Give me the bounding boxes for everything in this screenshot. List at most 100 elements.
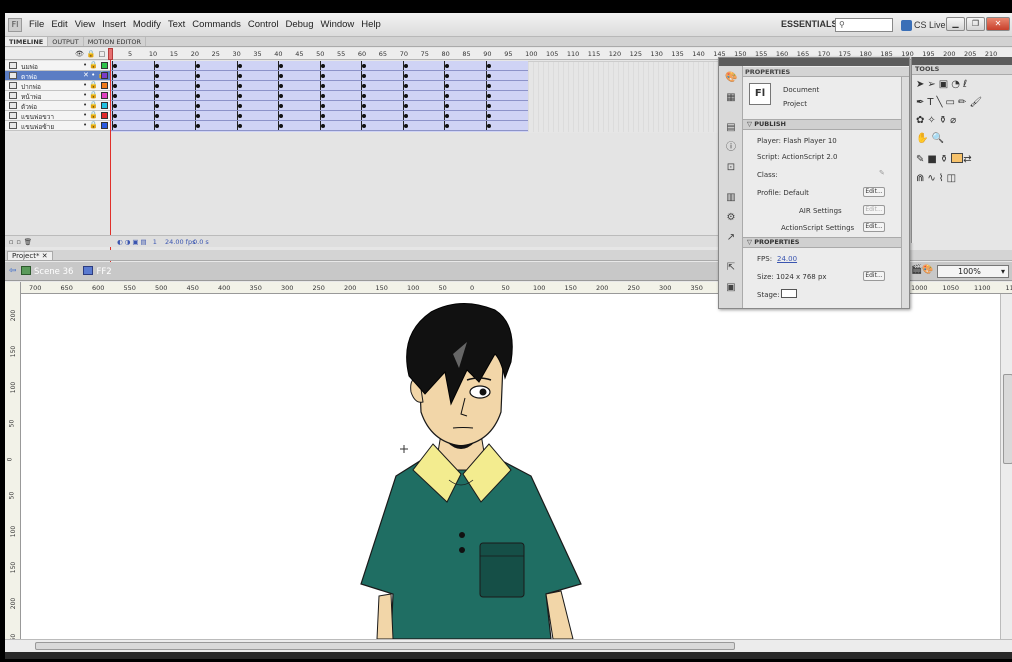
color-icon[interactable]: 🎨: [725, 72, 737, 84]
align-icon[interactable]: ▤: [725, 122, 737, 134]
layer-outline-color-swatch[interactable]: [101, 102, 108, 109]
menu-edit[interactable]: Edit: [51, 19, 67, 30]
straighten-icon[interactable]: ⌇: [939, 173, 947, 184]
layer-outline-color-swatch[interactable]: [101, 62, 108, 69]
3d-rotation-tool-icon[interactable]: ◔: [951, 79, 963, 90]
actionscript-edit-button[interactable]: Edit...: [863, 222, 885, 232]
tools-grip[interactable]: [912, 57, 1012, 65]
edit-scene-symbol-icons[interactable]: 🎬🎨: [911, 265, 933, 275]
frame-row[interactable]: [110, 101, 528, 111]
line-tool-icon[interactable]: ╲: [937, 97, 946, 108]
layer-outline-color-swatch[interactable]: [101, 72, 108, 79]
eyedropper-tool-icon[interactable]: ⌀: [950, 115, 959, 126]
layer-outline-color-swatch[interactable]: [101, 92, 108, 99]
layer-row[interactable]: หน้าพ่อ • 🔒: [5, 91, 110, 101]
empty-frame-grid[interactable]: [528, 61, 728, 132]
maximize-button[interactable]: ❐: [966, 17, 985, 31]
cs-live-button[interactable]: CS Live: [901, 18, 946, 32]
rectangle-tool-icon[interactable]: ▭: [946, 97, 958, 108]
breadcrumb-symbol[interactable]: FF2: [83, 266, 112, 277]
flash-logo-icon[interactable]: Fl: [8, 18, 22, 32]
horizontal-scrollbar[interactable]: [5, 639, 1012, 652]
frame-row[interactable]: [110, 111, 528, 121]
menu-modify[interactable]: Modify: [133, 19, 161, 30]
frame-grid[interactable]: [110, 61, 528, 132]
menu-debug[interactable]: Debug: [286, 19, 314, 30]
size-edit-button[interactable]: Edit...: [863, 271, 885, 281]
deco-tool-icon[interactable]: ✿: [916, 115, 927, 126]
publish-section-header[interactable]: ▽ PUBLISH: [743, 119, 901, 130]
bone-tool-icon[interactable]: ✧: [927, 115, 938, 126]
zoom-tool-icon[interactable]: 🔍: [931, 133, 946, 144]
movie-explorer-icon[interactable]: ▣: [725, 282, 737, 294]
vertical-scroll-thumb[interactable]: [1003, 374, 1012, 464]
onion-skin-controls[interactable]: ◐◑▣▤ 1: [117, 238, 159, 246]
vertical-scrollbar[interactable]: [1000, 294, 1012, 639]
free-transform-tool-icon[interactable]: ▣: [939, 79, 951, 90]
frame-row[interactable]: [110, 121, 528, 131]
horizontal-scroll-thumb[interactable]: [35, 642, 735, 650]
layer-outline-color-swatch[interactable]: [101, 112, 108, 119]
frame-row[interactable]: [110, 81, 528, 91]
help-search-input[interactable]: ⚲: [835, 18, 893, 32]
motion-presets-icon[interactable]: ↗: [725, 232, 737, 244]
lasso-tool-icon[interactable]: ℓ: [963, 79, 970, 90]
fill-swatch[interactable]: [951, 153, 964, 163]
library-icon[interactable]: ▥: [725, 192, 737, 204]
history-icon[interactable]: ⇱: [725, 262, 737, 274]
tab-properties[interactable]: PROPERTIES: [745, 68, 790, 76]
hand-tool-icon[interactable]: ✋: [916, 133, 931, 144]
layer-name[interactable]: แขนพ่อซ้าย: [21, 122, 54, 132]
fps-value[interactable]: 24.00: [777, 255, 797, 263]
tab-output[interactable]: OUTPUT: [48, 37, 84, 46]
paint-bucket-tool-icon[interactable]: ⚱: [939, 115, 950, 126]
frame-row[interactable]: [110, 91, 528, 101]
close-tab-icon[interactable]: ✕: [42, 252, 48, 260]
layer-visibility-lock-icons[interactable]: • 🔒: [83, 101, 98, 109]
subselection-tool-icon[interactable]: ➢: [927, 79, 938, 90]
stage[interactable]: [21, 294, 1000, 639]
layer-row[interactable]: นมพ่อ • 🔒: [5, 61, 110, 71]
swap-colors-icon[interactable]: ⇄: [963, 154, 974, 165]
stroke-color-icon[interactable]: ✎■: [916, 154, 940, 165]
transform-icon[interactable]: ⊡: [725, 162, 737, 174]
object-drawing-icon[interactable]: ◫: [947, 173, 959, 184]
layer-outline-color-swatch[interactable]: [101, 122, 108, 129]
frame-row[interactable]: [110, 61, 528, 71]
selection-tool-icon[interactable]: ➤: [916, 79, 927, 90]
text-tool-icon[interactable]: T: [927, 97, 936, 108]
properties-section-header[interactable]: ▽ PROPERTIES: [743, 237, 901, 248]
brush-tool-icon[interactable]: 🖌: [969, 97, 985, 108]
info-icon[interactable]: ⓘ: [725, 142, 737, 154]
menu-file[interactable]: File: [29, 19, 44, 30]
stage-color-swatch[interactable]: [781, 289, 797, 298]
close-button[interactable]: ✕: [986, 17, 1010, 31]
menu-insert[interactable]: Insert: [102, 19, 126, 30]
pencil-icon[interactable]: ✎: [879, 169, 885, 177]
tab-timeline[interactable]: TIMELINE: [5, 37, 49, 46]
pen-tool-icon[interactable]: ✒: [916, 97, 927, 108]
properties-scrollbar[interactable]: [901, 77, 909, 308]
pencil-tool-icon[interactable]: ✏: [958, 97, 969, 108]
layer-visibility-lock-icons[interactable]: • 🔒: [83, 91, 98, 99]
layer-outline-color-swatch[interactable]: [101, 82, 108, 89]
playhead-handle[interactable]: [108, 48, 113, 60]
layer-visibility-lock-outline-icons[interactable]: 👁🔒□: [75, 50, 108, 58]
layer-visibility-lock-icons[interactable]: • 🔒: [83, 111, 98, 119]
menu-text[interactable]: Text: [168, 19, 185, 30]
menu-control[interactable]: Control: [248, 19, 279, 30]
character-artwork[interactable]: [21, 294, 1000, 639]
layer-row[interactable]: ปากพ่อ • 🔒: [5, 81, 110, 91]
back-arrow-icon[interactable]: ⇦: [9, 266, 17, 276]
minimize-button[interactable]: ▁: [946, 17, 965, 31]
vertical-ruler[interactable]: 20015010050050100150200250: [5, 282, 21, 648]
smooth-icon[interactable]: ∿: [927, 173, 938, 184]
breadcrumb-scene[interactable]: Scene 36: [21, 266, 73, 277]
layer-row[interactable]: แขนพ่อขวา • 🔒: [5, 111, 110, 121]
layer-row[interactable]: แขนพ่อซ้าย • 🔒: [5, 121, 110, 131]
zoom-select[interactable]: 100% ▾: [937, 265, 1009, 278]
frame-rate[interactable]: 24.00 fps: [165, 238, 195, 246]
layer-buttons[interactable]: ▫▫🗑: [9, 238, 35, 246]
menu-view[interactable]: View: [75, 19, 95, 30]
tab-motion-editor[interactable]: MOTION EDITOR: [84, 37, 146, 46]
